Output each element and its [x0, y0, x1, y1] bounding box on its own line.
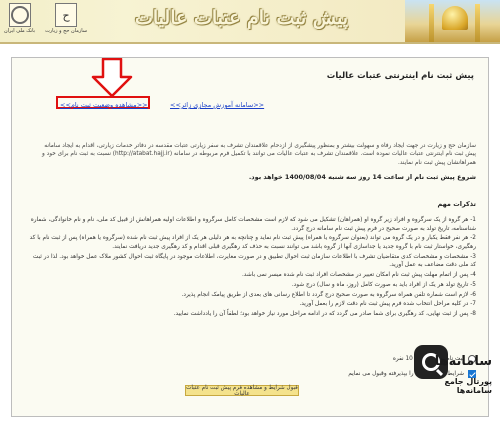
site-header: بانک ملی ایران ح سازمان حج و زیارت پیش ث… [0, 0, 500, 44]
intro-paragraph: سازمان حج و زیارت در جهت ایجاد رفاه و سه… [41, 143, 476, 166]
watermark-subtitle: پورتال جامع سامانه‌ها [444, 377, 492, 395]
note-item: 7- در کلیه مراحل انتخاب شده فرم پیش ثبت … [299, 301, 476, 308]
accept-and-view-form-button[interactable]: قبول شرایط و مشاهده فرم پیش ثبت نام عتبا… [185, 385, 299, 397]
note-item: 5- تاریخ تولد هر یک از افراد باید به صور… [291, 281, 476, 288]
watermark-brand: سامانه‌ها [434, 354, 492, 369]
bank-logo-caption: بانک ملی ایران [4, 28, 36, 34]
banner-title: پیش ثبت نام عتبات عالیات [135, 7, 349, 29]
note-item: 3- مشخصات و مشخصات کدی متقاضیان تشرف با … [32, 253, 476, 269]
bank-melli-logo: بانک ملی ایران [4, 3, 35, 34]
notes-list: 1- هر گروه از یک سرگروه و افراد زیر گروه… [28, 216, 476, 320]
start-date-line: شروع پیش ثبت نام از ساعت 14 روز سه شنبه … [248, 173, 476, 181]
header-logos: بانک ملی ایران ح سازمان حج و زیارت [4, 3, 87, 34]
note-item: 4- پس از اتمام مهلت پیش ثبت نام امکان تغ… [241, 272, 476, 279]
hajj-logo-caption: سازمان حج و زیارت [45, 28, 88, 34]
hajj-organization-logo: ح سازمان حج و زیارت [45, 3, 87, 34]
page-title: پیش ثبت نام اینترنتی عتبات عالیات [326, 71, 474, 81]
notes-heading: تذکرات مهم [437, 200, 476, 208]
note-item: 2- هر نفر فقط یکبار و در یک گروه می توان… [29, 235, 476, 251]
pilgrim-tutorial-link[interactable]: <<سامانه آموزش مجازی زائر>> [170, 101, 264, 109]
note-item: 8- پس از ثبت نهایی، کد رهگیری برای شما ص… [173, 310, 476, 317]
note-item: 1- هر گروه از یک سرگروه و افراد زیر گروه… [30, 217, 476, 232]
note-item: 6- لازم است شماره تلفن همراه سرگروه به ص… [181, 291, 476, 298]
watermark: سامانه‌ها پورتال جامع سامانه‌ها [410, 345, 494, 421]
view-registration-status-link[interactable]: <<مشاهده وضعیت ثبت نام>> [60, 101, 148, 109]
down-arrow-icon [91, 58, 133, 98]
shrine-image [405, 0, 500, 42]
